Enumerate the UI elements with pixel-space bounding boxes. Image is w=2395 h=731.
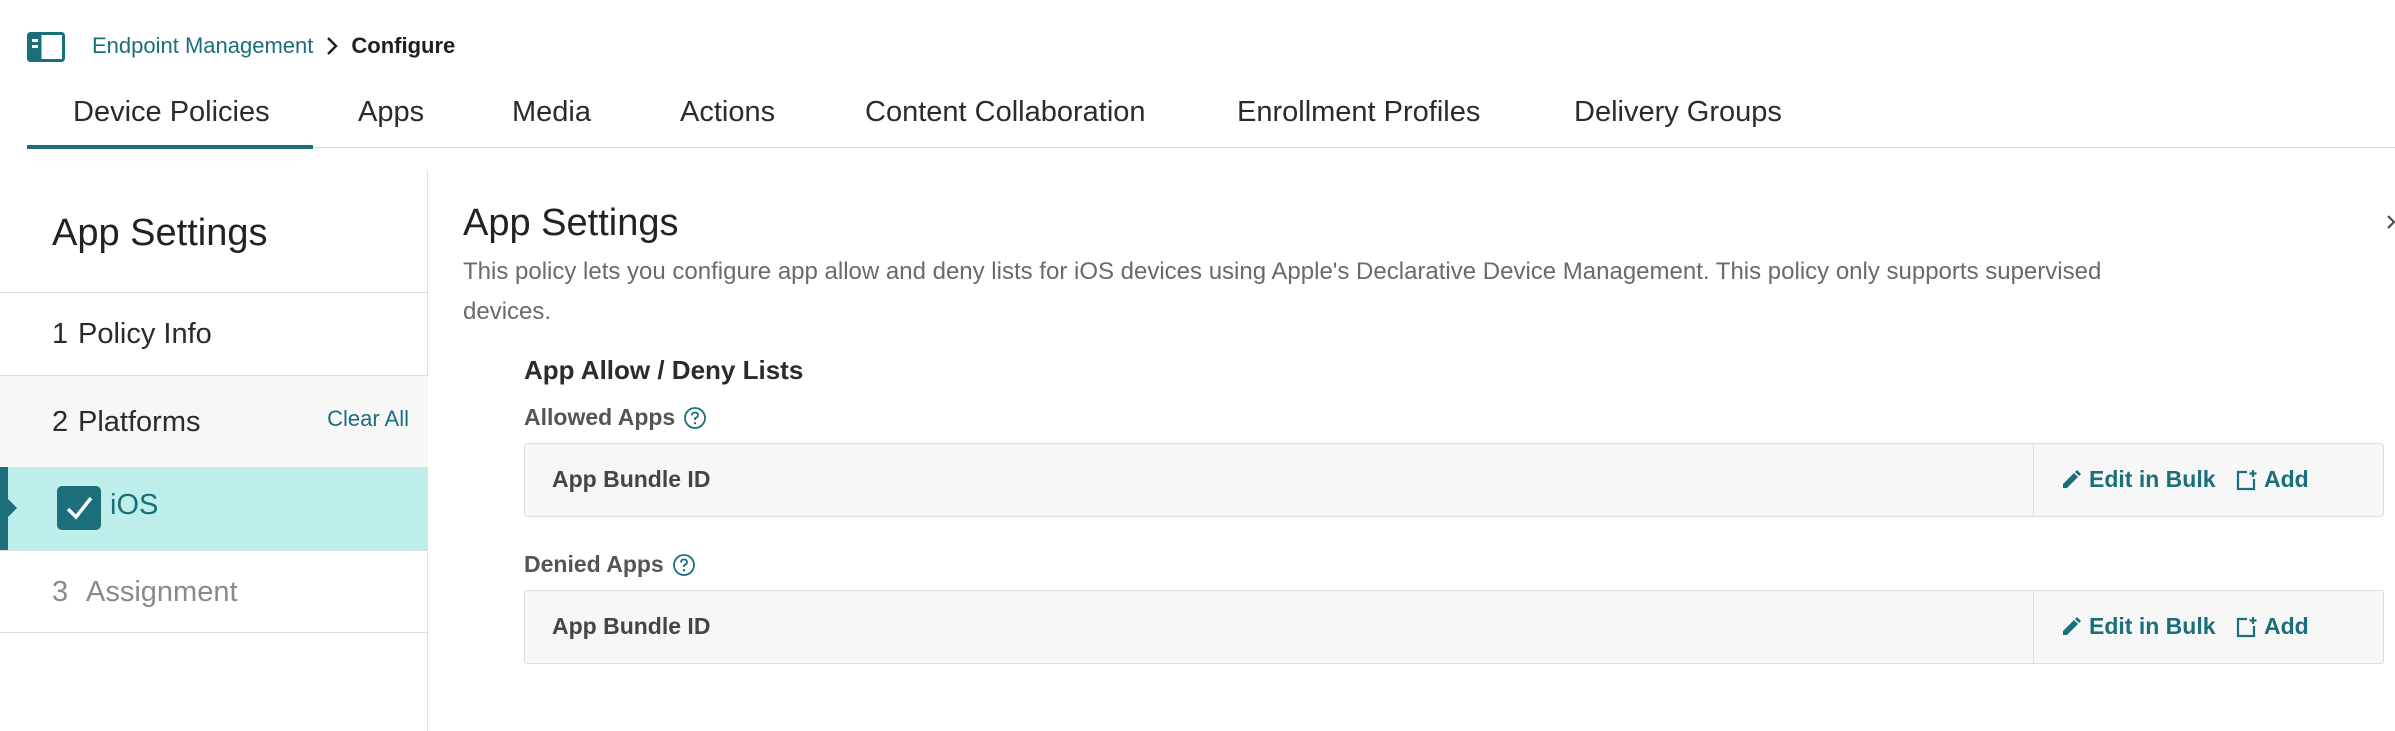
add-box-icon [2236, 616, 2257, 637]
step-platforms[interactable]: 2 Platforms Clear All [0, 375, 428, 467]
policy-description: This policy lets you configure app allow… [463, 258, 2102, 325]
allowed-apps-label: Allowed Apps [524, 404, 707, 431]
policy-steps-panel: App Settings 1 Policy Info 2 Platforms C… [0, 170, 428, 731]
step-label: Platforms [78, 406, 201, 438]
breadcrumb-endpoint-management[interactable]: Endpoint Management [92, 33, 313, 59]
breadcrumb-current: Configure [351, 33, 456, 58]
edit-in-bulk-label: Edit in Bulk [2089, 466, 2216, 492]
denied-apps-label-text: Denied Apps [524, 551, 664, 577]
list-actions: Edit in Bulk Add [2033, 591, 2384, 663]
list-actions: Edit in Bulk Add [2033, 444, 2384, 516]
chevron-right-icon [327, 37, 339, 55]
selected-marker [0, 467, 8, 550]
add-button[interactable]: Add [2234, 613, 2309, 640]
tab-bar: Device Policies Apps Media Actions Conte… [27, 82, 2395, 149]
pencil-icon [2063, 469, 2081, 488]
selected-arrow [8, 499, 17, 517]
clear-all-link[interactable]: Clear All [327, 406, 409, 432]
help-icon[interactable] [672, 553, 696, 577]
edit-in-bulk-button[interactable]: Edit in Bulk [2059, 613, 2216, 640]
step-number: 2 [52, 406, 69, 438]
edit-in-bulk-label: Edit in Bulk [2089, 613, 2216, 639]
tab-device-policies[interactable]: Device Policies [27, 82, 313, 149]
add-label: Add [2264, 466, 2309, 492]
add-label: Add [2264, 613, 2309, 639]
add-box-icon [2236, 469, 2257, 490]
column-header: App Bundle ID [552, 466, 711, 492]
ios-label: iOS [110, 489, 159, 521]
denied-apps-list: App Bundle ID Edit in Bulk Add [524, 590, 2384, 664]
tab-content-collaboration[interactable]: Content Collaboration [865, 82, 1146, 148]
tab-actions[interactable]: Actions [680, 82, 775, 148]
ios-checkbox[interactable] [57, 486, 101, 530]
panel-title: App Settings [52, 212, 268, 254]
step-assignment[interactable]: 3 Assignment [0, 550, 428, 633]
chevron-right-icon[interactable] [2385, 214, 2395, 230]
breadcrumb: Endpoint Management Configure [92, 33, 455, 59]
column-header: App Bundle ID [552, 613, 711, 639]
help-icon[interactable] [683, 406, 707, 430]
step-number: 3 [52, 576, 69, 608]
step-label: Assignment [86, 576, 238, 608]
step-number: 1 [52, 318, 69, 350]
tab-delivery-groups[interactable]: Delivery Groups [1574, 82, 1782, 148]
platform-ios[interactable]: iOS [0, 467, 428, 550]
allowed-apps-list: App Bundle ID Edit in Bulk Add [524, 443, 2384, 517]
edit-in-bulk-button[interactable]: Edit in Bulk [2059, 466, 2216, 493]
sidebar-toggle-icon[interactable] [27, 32, 65, 62]
checkmark-icon [66, 496, 93, 520]
step-label: Policy Info [78, 318, 212, 350]
pencil-icon [2063, 616, 2081, 635]
add-button[interactable]: Add [2234, 466, 2309, 493]
step-policy-info[interactable]: 1 Policy Info [0, 292, 428, 375]
section-title: App Allow / Deny Lists [524, 355, 804, 385]
tab-apps[interactable]: Apps [358, 82, 424, 148]
tab-enrollment-profiles[interactable]: Enrollment Profiles [1237, 82, 1480, 148]
page-title: App Settings [463, 202, 679, 244]
tab-media[interactable]: Media [512, 82, 591, 148]
denied-apps-label: Denied Apps [524, 551, 696, 578]
allowed-apps-label-text: Allowed Apps [524, 404, 676, 430]
